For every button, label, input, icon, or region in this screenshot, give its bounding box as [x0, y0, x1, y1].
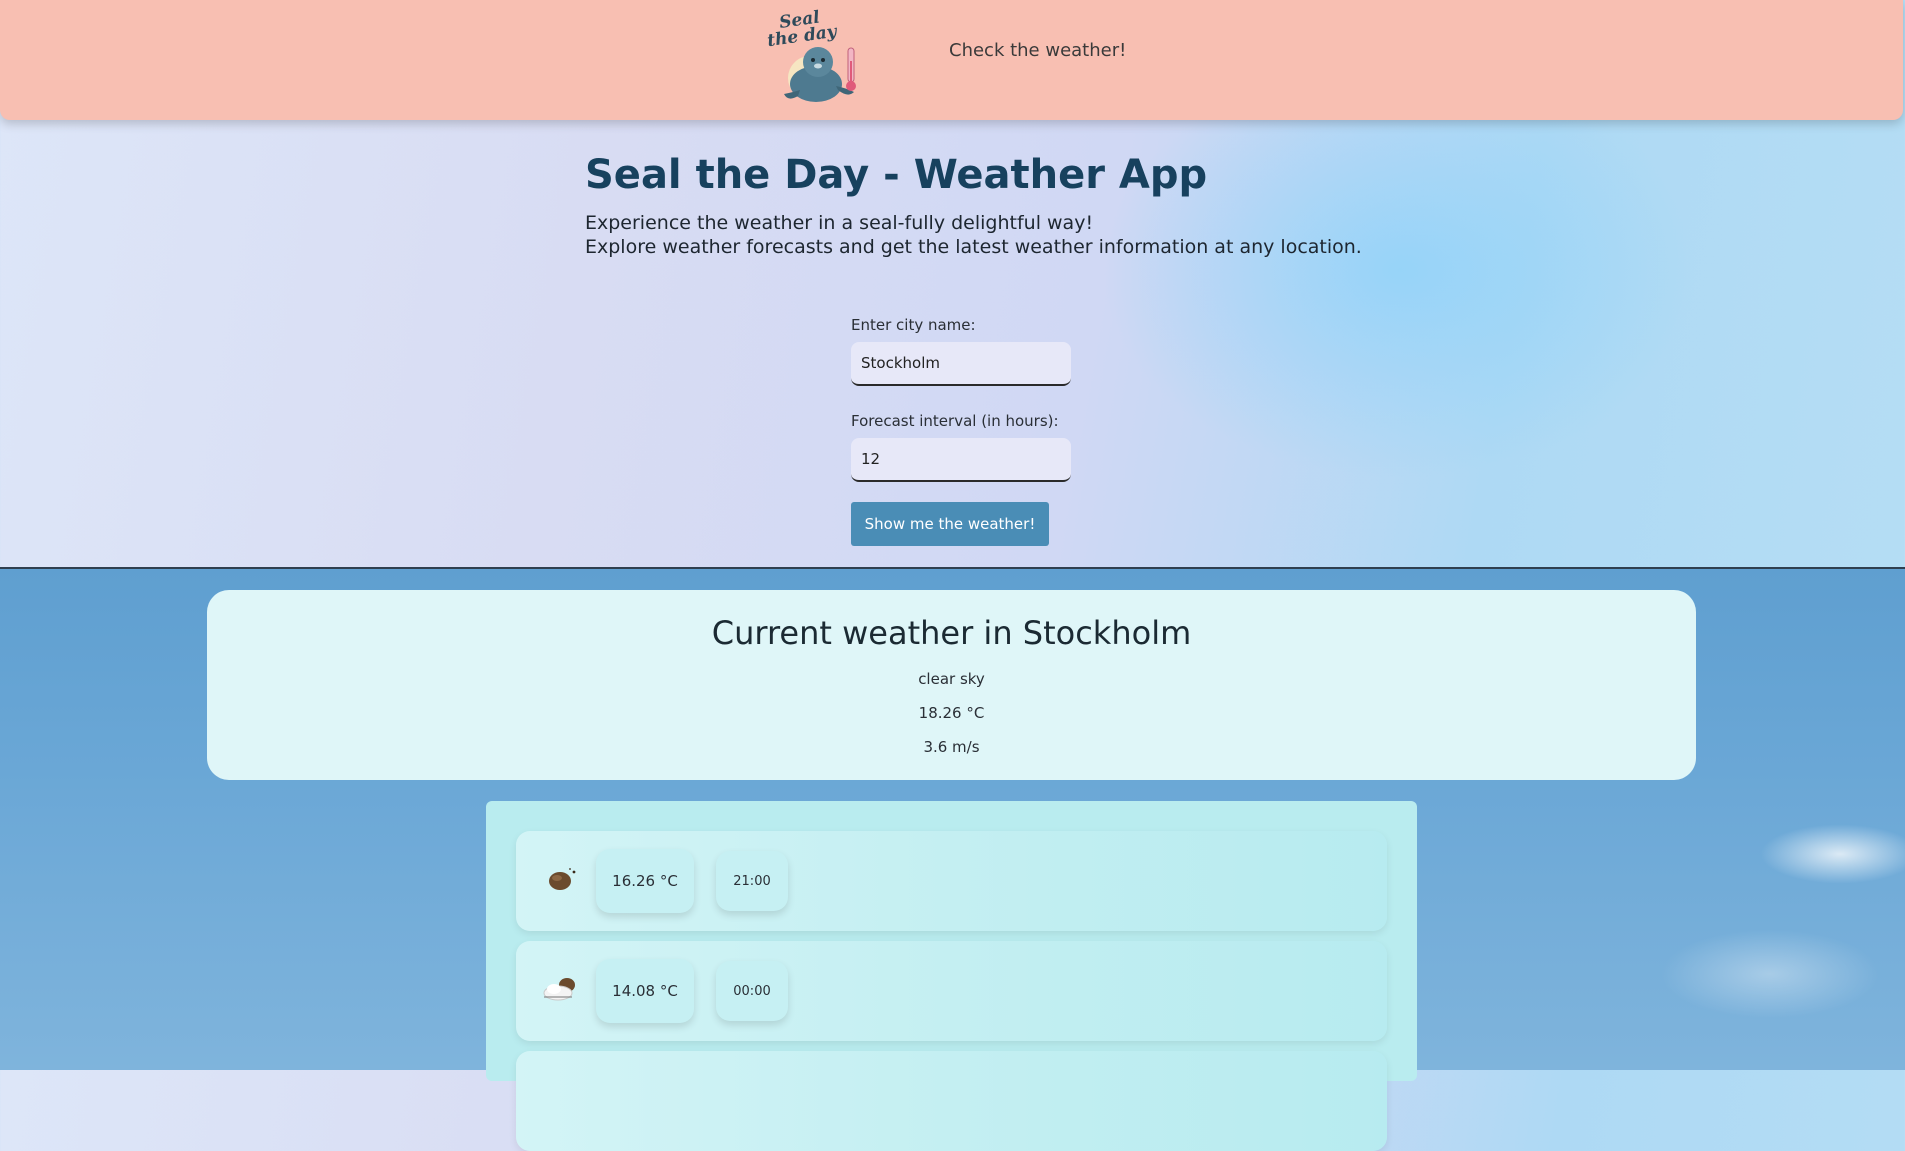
forecast-time: 21:00 — [716, 851, 788, 911]
page-subtitle: Experience the weather in a seal-fully d… — [585, 211, 1362, 259]
results-section: Current weather in Stockholm clear sky 1… — [0, 567, 1905, 1151]
cloud-decoration — [1660, 929, 1880, 1019]
page-title: Seal the Day - Weather App — [585, 152, 1208, 198]
svg-text:the day: the day — [766, 22, 839, 52]
forecast-row: 14.08 °C 00:00 — [516, 941, 1387, 1041]
forecast-temperature: 16.26 °C — [596, 849, 694, 913]
forecast-row: 16.26 °C 21:00 — [516, 831, 1387, 931]
subtitle-line-2: Explore weather forecasts and get the la… — [585, 236, 1362, 258]
interval-input[interactable] — [851, 438, 1071, 482]
weather-form: Enter city name: Forecast interval (in h… — [851, 316, 1091, 546]
header-tagline: Check the weather! — [949, 40, 1127, 61]
current-description: clear sky — [918, 670, 985, 688]
city-label: Enter city name: — [851, 316, 976, 334]
subtitle-line-1: Experience the weather in a seal-fully d… — [585, 212, 1094, 234]
cloud-decoration — [1760, 824, 1905, 884]
current-weather-card: Current weather in Stockholm clear sky 1… — [207, 590, 1696, 780]
clear-night-icon — [549, 868, 576, 890]
seal-logo-icon: Seal the day — [766, 7, 856, 102]
current-weather-title: Current weather in Stockholm — [711, 614, 1192, 652]
forecast-temperature: 14.08 °C — [596, 959, 694, 1023]
show-weather-button[interactable]: Show me the weather! — [851, 502, 1049, 546]
forecast-list: 16.26 °C 21:00 14.08 °C 00:00 — [486, 801, 1417, 1151]
cloudy-night-icon — [543, 978, 575, 1001]
city-input[interactable] — [851, 342, 1071, 386]
current-temperature: 18.26 °C — [918, 704, 985, 722]
background-glow — [1100, 60, 1700, 480]
interval-label: Forecast interval (in hours): — [851, 412, 1059, 430]
forecast-row — [516, 1051, 1387, 1151]
top-header: Seal the day Check the weather! — [0, 0, 1903, 120]
forecast-time: 00:00 — [716, 961, 788, 1021]
current-wind: 3.6 m/s — [923, 738, 980, 756]
